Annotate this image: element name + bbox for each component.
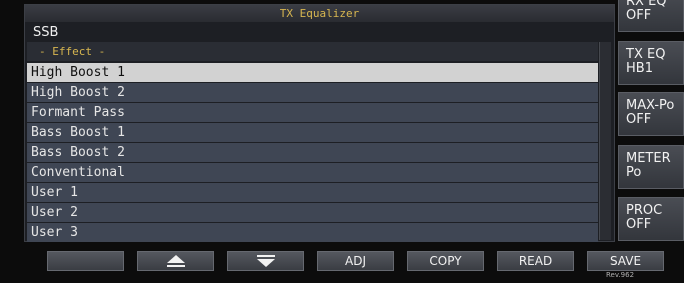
adj-button[interactable]: ADJ xyxy=(317,251,394,271)
tx-eq-value: HB1 xyxy=(626,61,653,76)
scroll-down-button[interactable] xyxy=(227,251,304,271)
max-po-button[interactable]: MAX-Po OFF xyxy=(618,92,684,136)
effect-list: - Effect - High Boost 1 High Boost 2 For… xyxy=(27,42,598,242)
list-item[interactable]: High Boost 1 xyxy=(27,63,598,82)
meter-button[interactable]: METER Po xyxy=(618,145,684,189)
list-scrollbar[interactable] xyxy=(599,42,611,240)
copy-button[interactable]: COPY xyxy=(407,251,484,271)
proc-label: PROC xyxy=(626,203,663,218)
save-button[interactable]: SAVE xyxy=(587,251,664,271)
list-item[interactable]: User 2 xyxy=(27,203,598,222)
list-item[interactable]: User 1 xyxy=(27,183,598,202)
up-arrow-icon xyxy=(166,255,185,267)
list-item[interactable]: Bass Boost 1 xyxy=(27,123,598,142)
read-button[interactable]: READ xyxy=(497,251,574,271)
tx-equalizer-panel: TX Equalizer SSB - Effect - High Boost 1… xyxy=(24,4,615,242)
list-header: - Effect - xyxy=(27,42,598,61)
mode-label: SSB xyxy=(33,25,59,40)
max-po-value: OFF xyxy=(626,112,652,127)
proc-button[interactable]: PROC OFF xyxy=(618,197,684,241)
rx-eq-button[interactable]: RX EQ OFF xyxy=(618,0,684,32)
list-item[interactable]: Bass Boost 2 xyxy=(27,143,598,162)
proc-value: OFF xyxy=(626,217,652,232)
meter-label: METER xyxy=(626,151,671,166)
list-item[interactable]: Formant Pass xyxy=(27,103,598,122)
list-item[interactable]: Conventional xyxy=(27,163,598,182)
revision-label: Rev.962 xyxy=(606,271,635,279)
rx-eq-value: OFF xyxy=(626,8,652,23)
list-item[interactable]: High Boost 2 xyxy=(27,83,598,102)
down-arrow-icon xyxy=(256,255,275,267)
max-po-label: MAX-Po xyxy=(626,98,675,113)
tx-eq-label: TX EQ xyxy=(626,47,666,62)
panel-title: TX Equalizer xyxy=(25,5,614,22)
list-item[interactable]: User 3 xyxy=(27,223,598,242)
meter-value: Po xyxy=(626,165,642,180)
f1-button[interactable] xyxy=(47,251,124,271)
tx-eq-button[interactable]: TX EQ HB1 xyxy=(618,41,684,85)
scroll-up-button[interactable] xyxy=(137,251,214,271)
